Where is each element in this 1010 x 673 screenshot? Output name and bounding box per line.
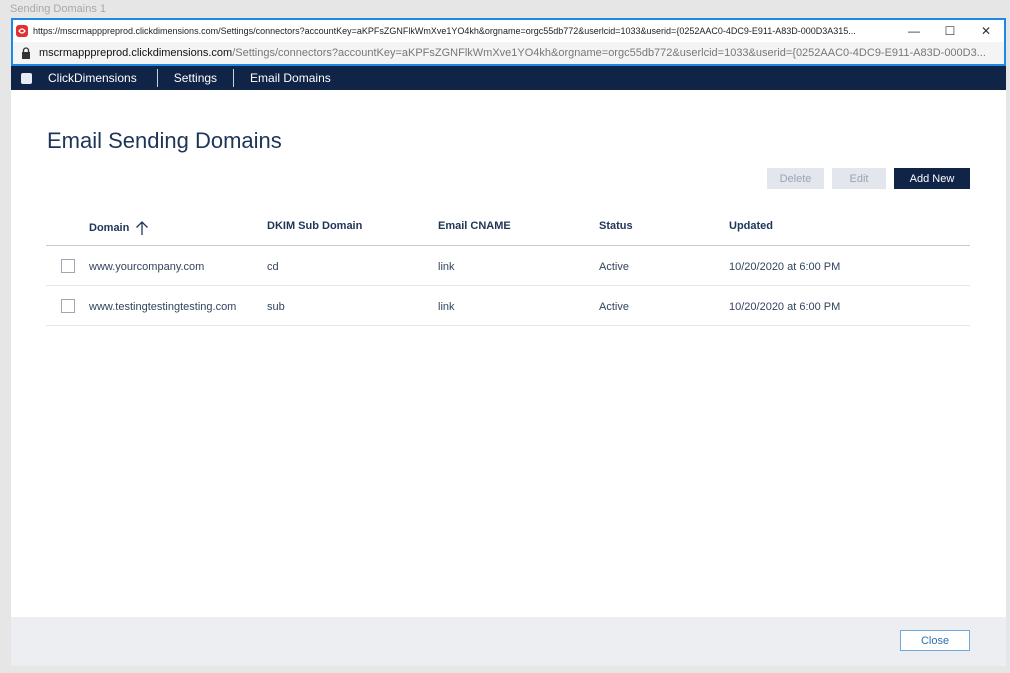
cell-domain: www.yourcompany.com	[89, 261, 205, 273]
column-header-domain[interactable]: Domain	[89, 220, 149, 236]
address-host: mscrmapppreprod.clickdimensions.com	[39, 47, 233, 59]
table-row[interactable]: www.yourcompany.com cd link Active 10/20…	[46, 246, 970, 286]
page-title: Email Sending Domains	[47, 128, 282, 153]
dialog-footer: Close	[11, 617, 1006, 666]
dialog-window: https://mscrmapppreprod.clickdimensions.…	[11, 18, 1006, 666]
address-bar[interactable]: mscrmapppreprod.clickdimensions.com/Sett…	[13, 42, 1004, 64]
column-header-updated[interactable]: Updated	[729, 220, 773, 232]
nav-item-email-domains[interactable]: Email Domains	[234, 69, 347, 87]
dialog-title: Sending Domains 1	[10, 3, 107, 15]
table-row[interactable]: www.testingtestingtesting.com sub link A…	[46, 286, 970, 326]
row-checkbox[interactable]	[61, 259, 75, 273]
cell-updated: 10/20/2020 at 6:00 PM	[729, 261, 841, 273]
edit-button[interactable]: Edit	[832, 168, 886, 189]
maximize-icon[interactable]: ☐	[932, 20, 968, 42]
delete-button[interactable]: Delete	[767, 168, 824, 189]
nav-item-settings[interactable]: Settings	[158, 69, 233, 87]
column-header-status[interactable]: Status	[599, 220, 633, 232]
nav-item-clickdimensions[interactable]: ClickDimensions	[32, 69, 157, 87]
sort-ascending-icon[interactable]	[135, 220, 149, 236]
cell-domain: www.testingtestingtesting.com	[89, 301, 237, 313]
window-url-title: https://mscrmapppreprod.clickdimensions.…	[33, 26, 856, 36]
cell-dkim: sub	[267, 301, 285, 313]
browser-titlebar: https://mscrmapppreprod.clickdimensions.…	[13, 20, 1004, 42]
cell-updated: 10/20/2020 at 6:00 PM	[729, 301, 841, 313]
cell-cname: link	[438, 261, 455, 273]
action-toolbar: Delete Edit Add New	[767, 168, 970, 189]
minimize-icon[interactable]: —	[896, 20, 932, 42]
cell-status: Active	[599, 301, 629, 313]
row-checkbox[interactable]	[61, 299, 75, 313]
cell-cname: link	[438, 301, 455, 313]
browser-frame: https://mscrmapppreprod.clickdimensions.…	[11, 18, 1006, 66]
clickdimensions-favicon-icon	[16, 25, 28, 37]
table-header: Domain DKIM Sub Domain Email CNAME Statu…	[46, 213, 970, 246]
address-url: mscrmapppreprod.clickdimensions.com/Sett…	[39, 47, 989, 59]
cell-dkim: cd	[267, 261, 279, 273]
top-navbar: ClickDimensions Settings Email Domains	[11, 66, 1006, 90]
column-header-cname[interactable]: Email CNAME	[438, 220, 511, 232]
lock-icon	[22, 47, 30, 59]
cell-status: Active	[599, 261, 629, 273]
domains-table: Domain DKIM Sub Domain Email CNAME Statu…	[46, 213, 970, 326]
address-path: /Settings/connectors?accountKey=aKPFsZGN…	[232, 47, 986, 59]
window-close-icon[interactable]: ✕	[968, 20, 1004, 42]
column-header-dkim[interactable]: DKIM Sub Domain	[267, 220, 362, 232]
add-new-button[interactable]: Add New	[894, 168, 970, 189]
close-button[interactable]: Close	[900, 630, 970, 651]
clickdimensions-logo-icon	[21, 72, 32, 84]
column-header-label: Domain	[89, 222, 130, 234]
